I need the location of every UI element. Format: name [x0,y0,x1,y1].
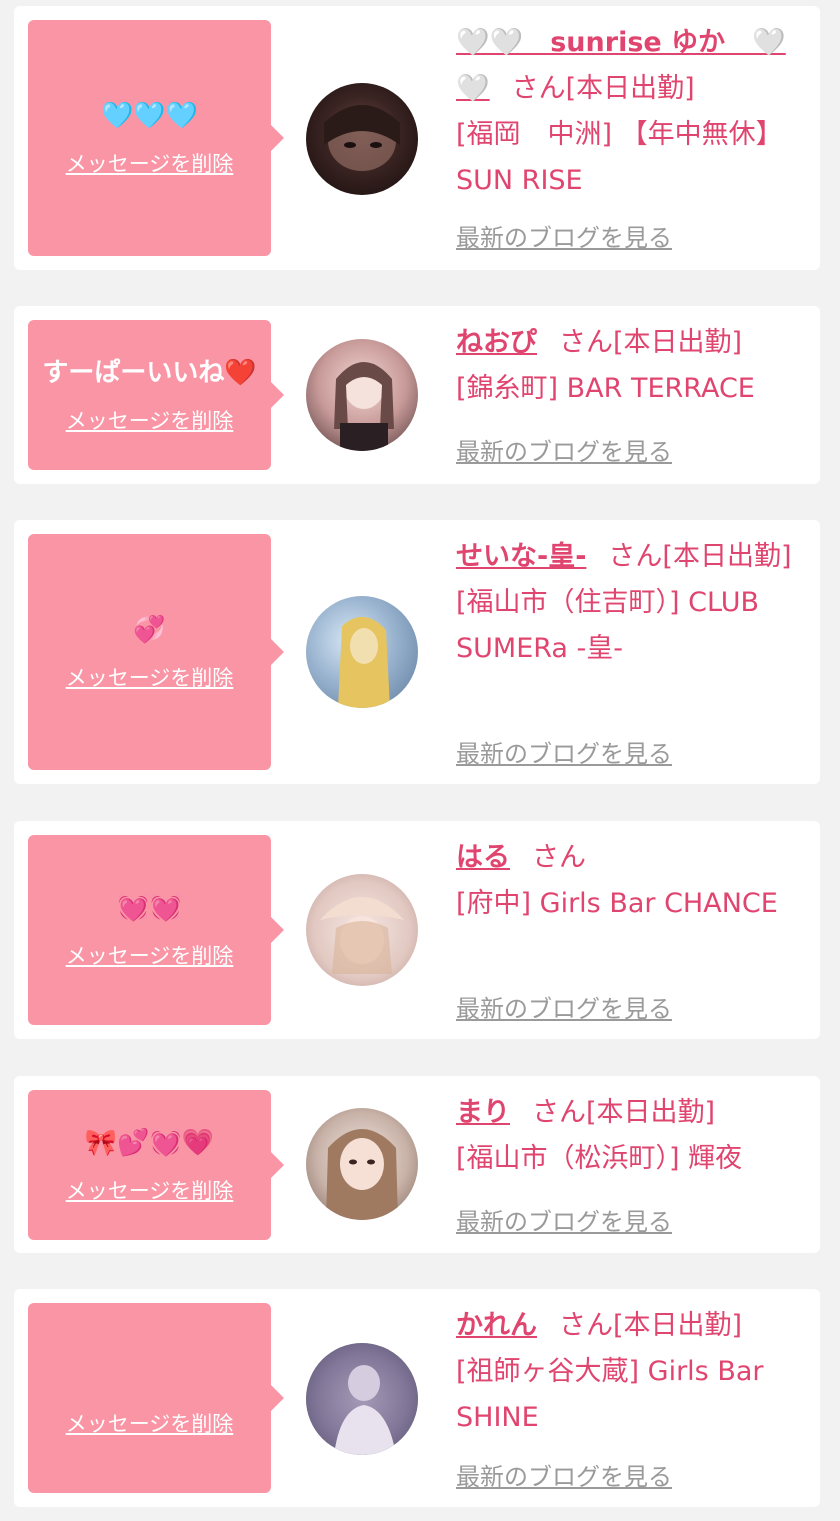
shop-name: [福岡 中洲] 【年中無休】SUN RISE [456,119,783,196]
shop-name: [福山市（松浜町）] 輝夜 [456,1143,743,1174]
user-info: ねおぴ さん[本日出勤] [錦糸町] BAR TERRACE [456,320,808,412]
shop-name: [府中] Girls Bar CHANCE [456,888,778,919]
favorites-list: 🩵🩵🩵 メッセージを削除 🤍🤍 sunrise ゆか 🤍🤍 さん[本日出勤] [福… [0,0,840,1521]
message-text: すーぱーいいね❤️ [42,358,257,388]
name-line: せいな-皇- さん[本日出勤] [456,534,808,580]
name-suffix: さん[本日出勤] [559,327,743,358]
delete-message-link[interactable]: メッセージを削除 [66,405,234,435]
avatar[interactable] [306,596,418,708]
name-line: ねおぴ さん[本日出勤] [456,320,808,366]
avatar-photo [320,897,404,974]
avatar-photo [326,1129,398,1220]
latest-blog-link[interactable]: 最新のブログを見る [456,989,672,1024]
user-name-link[interactable]: まり [456,1097,510,1128]
list-item: すーぱーいいね❤️ メッセージを削除 ねおぴ さん[本日出勤] [錦糸町] BAR… [14,306,820,484]
delete-message-link[interactable]: メッセージを削除 [66,940,234,970]
message-text: 🩵🩵🩵 [100,101,199,131]
user-info: まり さん[本日出勤] [福山市（松浜町）] 輝夜 [456,1090,808,1182]
avatar[interactable] [306,1108,418,1220]
shop-name: [福山市（住吉町）] CLUB SUMERa -皇- [456,587,759,664]
list-item: 💓💓 メッセージを削除 はる さん [府中] Girls Bar CHANCE 最… [14,821,820,1039]
list-item: 🎀💕💓💗 メッセージを削除 まり さん[本日出勤] [福山市（松浜町）] 輝夜 最… [14,1076,820,1253]
message-bubble: 💞 メッセージを削除 [28,534,284,770]
avatar[interactable] [306,1343,418,1455]
name-suffix: さん [532,842,586,873]
user-name-link[interactable]: ねおぴ [456,327,537,358]
name-suffix: さん[本日出勤] [532,1097,716,1128]
message-text: 🎀💕💓💗 [84,1128,215,1158]
avatar[interactable] [306,874,418,986]
message-bubble: 💓💓 メッセージを削除 [28,835,284,1025]
latest-blog-link[interactable]: 最新のブログを見る [456,432,672,467]
avatar[interactable] [306,83,418,195]
avatar-photo [324,105,400,171]
list-item: 🩵🩵🩵 メッセージを削除 🤍🤍 sunrise ゆか 🤍🤍 さん[本日出勤] [福… [14,6,820,270]
list-item: 💞 メッセージを削除 せいな-皇- さん[本日出勤] [福山市（住吉町）] CLU… [14,520,820,784]
delete-message-link[interactable]: メッセージを削除 [66,148,234,178]
latest-blog-link[interactable]: 最新のブログを見る [456,1457,672,1492]
avatar-photo [334,362,394,451]
name-suffix: さん[本日出勤] [559,1310,743,1341]
user-info: 🤍🤍 sunrise ゆか 🤍🤍 さん[本日出勤] [福岡 中洲] 【年中無休】S… [456,20,808,204]
message-text: 💞 [133,615,166,645]
message-bubble: メッセージを削除 [28,1303,284,1493]
latest-blog-link[interactable]: 最新のブログを見る [456,1202,672,1237]
name-suffix: さん[本日出勤] [608,541,792,572]
name-suffix: さん[本日出勤] [511,73,695,104]
shop-name: [祖師ヶ谷大蔵] Girls Bar SHINE [456,1356,764,1433]
list-item: メッセージを削除 かれん さん[本日出勤] [祖師ヶ谷大蔵] Girls Bar … [14,1289,820,1507]
avatar-photo [338,616,390,708]
delete-message-link[interactable]: メッセージを削除 [66,1175,234,1205]
user-info: かれん さん[本日出勤] [祖師ヶ谷大蔵] Girls Bar SHINE [456,1303,808,1441]
name-line: 🤍🤍 sunrise ゆか 🤍🤍 さん[本日出勤] [456,20,808,112]
user-info: せいな-皇- さん[本日出勤] [福山市（住吉町）] CLUB SUMERa -皇… [456,534,808,672]
delete-message-link[interactable]: メッセージを削除 [66,1408,234,1438]
user-name-link[interactable]: せいな-皇- [456,541,586,572]
message-bubble: すーぱーいいね❤️ メッセージを削除 [28,320,284,470]
user-name-link[interactable]: はる [456,842,510,873]
shop-name: [錦糸町] BAR TERRACE [456,373,755,404]
avatar-photo [306,1343,418,1455]
name-line: はる さん [456,835,808,881]
message-text: 💓💓 [117,893,182,923]
latest-blog-link[interactable]: 最新のブログを見る [456,734,672,769]
message-bubble: 🩵🩵🩵 メッセージを削除 [28,20,284,256]
delete-message-link[interactable]: メッセージを削除 [66,662,234,692]
user-name-link[interactable]: かれん [456,1310,537,1341]
latest-blog-link[interactable]: 最新のブログを見る [456,218,672,253]
message-bubble: 🎀💕💓💗 メッセージを削除 [28,1090,284,1240]
user-info: はる さん [府中] Girls Bar CHANCE [456,835,808,927]
name-line: かれん さん[本日出勤] [456,1303,808,1349]
avatar[interactable] [306,339,418,451]
name-line: まり さん[本日出勤] [456,1090,808,1136]
